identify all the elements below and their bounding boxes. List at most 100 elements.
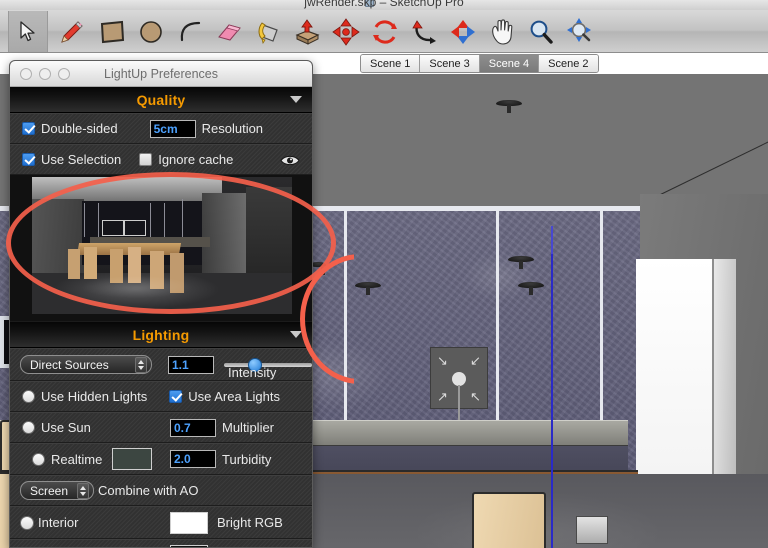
intensity-input[interactable]: 1.1 — [168, 355, 214, 374]
combine-mode-dropdown[interactable]: Screen — [20, 481, 94, 500]
row-realtime: Realtime 2.0 Turbidity — [10, 443, 312, 475]
arc-tool[interactable] — [170, 11, 210, 52]
push-pull-tool[interactable] — [287, 11, 327, 52]
chevron-down-icon[interactable] — [290, 331, 302, 338]
ceiling-light-fixture — [496, 100, 522, 113]
rotate-icon — [373, 19, 397, 44]
paint-bucket-tool[interactable] — [248, 11, 288, 52]
double-sided-label: Double-sided — [41, 121, 118, 136]
row-direct-sources: Direct Sources 1.1 Intensity — [10, 348, 312, 381]
use-selection-label: Use Selection — [41, 152, 122, 167]
eraser-icon — [218, 23, 241, 41]
select-tool[interactable] — [8, 11, 48, 52]
lighting-section-header[interactable]: Lighting — [10, 322, 312, 348]
rectangle-tool[interactable] — [92, 11, 132, 52]
realtime-label: Realtime — [51, 451, 103, 467]
blue-axis-line — [551, 254, 553, 548]
ignore-cache-checkbox[interactable] — [139, 153, 153, 166]
use-sun-label: Use Sun — [41, 420, 91, 435]
resolution-input[interactable]: 5cm — [149, 119, 196, 138]
scene-tab-1[interactable]: Scene 1 — [361, 55, 421, 72]
pan-tool[interactable] — [482, 11, 522, 52]
bright-rgb-label: Bright RGB — [217, 515, 283, 530]
row-use-selection: Use Selection Ignore cache — [10, 144, 312, 175]
zoom-tool[interactable] — [521, 11, 561, 52]
use-sun-checkbox[interactable] — [22, 421, 35, 434]
preferences-title: LightUp Preferences — [104, 66, 218, 81]
dark-rgb-swatch[interactable] — [170, 544, 208, 547]
interior-label: Interior — [38, 515, 79, 530]
use-selection-checkbox[interactable] — [22, 153, 35, 166]
scene-tab-2[interactable]: Scene 2 — [539, 55, 598, 72]
use-area-lights-checkbox[interactable] — [169, 390, 183, 403]
quality-section-header[interactable]: Quality — [10, 87, 312, 113]
chevron-down-icon[interactable] — [290, 96, 302, 103]
preferences-title-bar[interactable]: LightUp Preferences — [10, 61, 312, 87]
follow-me-tool[interactable] — [404, 11, 444, 52]
resolution-label: Resolution — [201, 121, 264, 136]
combine-ao-label: Combine with AO — [98, 483, 199, 498]
preview-window — [124, 220, 146, 236]
row-use-sun: Use Sun 0.7 Multiplier — [10, 412, 312, 443]
multiplier-input[interactable]: 0.7 — [170, 418, 216, 437]
use-area-lights-label: Use Area Lights — [188, 389, 281, 404]
push-pull-icon — [295, 18, 320, 45]
light-arrow-icon: ↘ — [437, 353, 448, 368]
table-foot — [576, 516, 608, 544]
turbidity-input[interactable]: 2.0 — [170, 450, 216, 468]
lightup-preferences-window[interactable]: LightUp Preferences Quality Double-sided… — [9, 60, 313, 548]
render-preview-thumbnail[interactable] — [32, 177, 292, 314]
doorway-opening — [636, 259, 714, 477]
paint-bucket-icon — [258, 21, 278, 44]
preview-mullion — [182, 199, 183, 237]
light-source-value: Direct Sources — [30, 357, 109, 372]
light-source-dropdown[interactable]: Direct Sources — [20, 355, 152, 374]
scene-tab-4[interactable]: Scene 4 — [479, 55, 540, 72]
circle-icon — [140, 20, 162, 43]
preview-window — [102, 220, 124, 236]
row-combine-ao: Screen Combine with AO — [10, 475, 312, 506]
use-hidden-lights-label: Use Hidden Lights — [41, 389, 148, 404]
preview-floor-highlight — [62, 273, 212, 301]
stepper-arrows-icon[interactable] — [135, 357, 147, 373]
line-tool[interactable] — [51, 11, 91, 52]
blue-axis-line — [551, 226, 553, 254]
ceiling-light-fixture — [508, 256, 534, 269]
pencil-icon — [61, 20, 83, 43]
arrow-cursor-icon — [20, 20, 35, 41]
interior-radio[interactable] — [20, 515, 34, 530]
combine-mode-value: Screen — [30, 483, 69, 498]
double-sided-checkbox[interactable] — [22, 122, 35, 135]
move-tool[interactable] — [326, 11, 366, 52]
preview-corner-wall — [246, 187, 292, 287]
scene-tab-3[interactable]: Scene 3 — [420, 55, 480, 72]
zoom-extents-tool[interactable] — [560, 11, 600, 52]
row-interior: Interior Bright RGB — [10, 506, 312, 539]
stepper-arrows-icon[interactable] — [77, 483, 89, 499]
row-exterior: Exterior Dark RGB — [10, 539, 312, 547]
hand-icon — [492, 18, 513, 45]
window-title: jwRender.skp – SketchUp Pro — [304, 0, 464, 9]
light-arrow-icon: ↗ — [437, 389, 448, 404]
sketchup-title-bar: jwRender.skp – SketchUp Pro — [0, 0, 768, 10]
eye-icon[interactable] — [280, 154, 300, 167]
use-hidden-lights-checkbox[interactable] — [22, 390, 35, 403]
realtime-color-swatch[interactable] — [112, 448, 153, 470]
sketchup-toolbar — [0, 10, 768, 53]
turbidity-label: Turbidity — [222, 451, 272, 467]
eraser-tool[interactable] — [209, 11, 249, 52]
realtime-checkbox[interactable] — [32, 452, 45, 466]
preview-mullion — [84, 203, 85, 237]
ignore-cache-label: Ignore cache — [158, 152, 234, 167]
bright-rgb-swatch[interactable] — [170, 511, 208, 534]
render-preview-area[interactable] — [10, 175, 312, 322]
rotate-tool[interactable] — [365, 11, 405, 52]
scale-tool[interactable] — [443, 11, 483, 52]
light-arrow-icon: ↙ — [470, 353, 481, 368]
circle-tool[interactable] — [131, 11, 171, 52]
door-frame — [714, 259, 736, 477]
chair-back — [472, 492, 546, 548]
light-arrow-icon: ↖ — [470, 389, 481, 404]
ceiling-light-fixture — [518, 282, 544, 295]
light-source-dot-icon — [452, 372, 466, 386]
